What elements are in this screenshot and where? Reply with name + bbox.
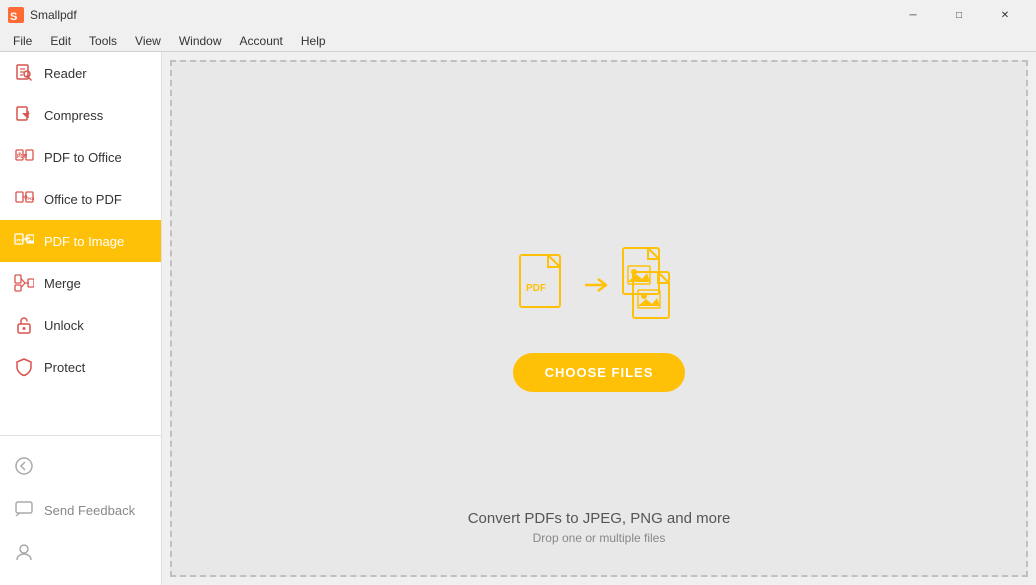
pdf-to-image-illustration: PDF <box>518 246 679 325</box>
sidebar-item-label-reader: Reader <box>44 66 87 81</box>
sidebar-item-reader[interactable]: Reader <box>0 52 161 94</box>
image-docs <box>621 246 679 325</box>
user-icon <box>14 542 34 565</box>
title-bar-left: S Smallpdf <box>8 7 77 23</box>
content-inner: PDF <box>513 246 686 392</box>
sidebar-item-merge[interactable]: Merge <box>0 262 161 304</box>
sidebar-item-label-protect: Protect <box>44 360 85 375</box>
pdf-to-image-icon: PDF <box>14 231 34 251</box>
app-icon: S <box>8 7 24 23</box>
sidebar-item-unlock[interactable]: Unlock <box>0 304 161 346</box>
menu-window[interactable]: Window <box>170 31 231 51</box>
menu-bar: File Edit Tools View Window Account Help <box>0 30 1036 52</box>
menu-account[interactable]: Account <box>231 31 292 51</box>
merge-icon <box>14 273 34 293</box>
sidebar-bottom: Send Feedback <box>0 435 161 585</box>
svg-text:PDF: PDF <box>526 283 546 294</box>
sidebar-send-feedback-label: Send Feedback <box>44 503 135 518</box>
menu-tools[interactable]: Tools <box>80 31 126 51</box>
sidebar-item-label-unlock: Unlock <box>44 318 84 333</box>
menu-edit[interactable]: Edit <box>41 31 80 51</box>
arrow-svg <box>583 275 611 295</box>
svg-text:PDF: PDF <box>17 238 26 243</box>
svg-text:P: P <box>19 151 22 156</box>
unlock-icon <box>14 315 34 335</box>
menu-help[interactable]: Help <box>292 31 335 51</box>
sidebar-item-label-compress: Compress <box>44 108 103 123</box>
feedback-icon <box>14 499 34 522</box>
back-icon <box>14 456 34 479</box>
menu-file[interactable]: File <box>4 31 41 51</box>
sidebar-item-compress[interactable]: Compress <box>0 94 161 136</box>
minimize-button[interactable]: ─ <box>890 0 936 30</box>
svg-text:PDF: PDF <box>28 196 35 201</box>
content-area: PDF <box>170 60 1028 577</box>
title-bar-controls: ─ □ ✕ <box>890 0 1028 30</box>
title-bar: S Smallpdf ─ □ ✕ <box>0 0 1036 30</box>
sidebar-item-label-pdf-to-image: PDF to Image <box>44 234 124 249</box>
caption-sub: Drop one or multiple files <box>468 531 731 545</box>
sidebar-item-label-pdf-to-office: PDF to Office <box>44 150 122 165</box>
caption-area: Convert PDFs to JPEG, PNG and more Drop … <box>468 510 731 545</box>
main-layout: Reader Compress PDF <box>0 52 1036 585</box>
sidebar-back-button[interactable] <box>0 446 161 489</box>
caption-main: Convert PDFs to JPEG, PNG and more <box>468 510 731 527</box>
choose-files-button[interactable]: CHOOSE FILES <box>513 353 686 392</box>
protect-icon <box>14 357 34 377</box>
close-button[interactable]: ✕ <box>982 0 1028 30</box>
sidebar-item-pdf-to-office[interactable]: PDF P PDF to Office <box>0 136 161 178</box>
sidebar-user-account[interactable] <box>0 532 161 575</box>
sidebar: Reader Compress PDF <box>0 52 162 585</box>
reader-icon <box>14 63 34 83</box>
sidebar-item-label-office-to-pdf: Office to PDF <box>44 192 122 207</box>
maximize-button[interactable]: □ <box>936 0 982 30</box>
sidebar-nav: Reader Compress PDF <box>0 52 161 435</box>
pdf-doc-svg: PDF <box>518 253 573 318</box>
office-to-pdf-icon: PDF <box>14 189 34 209</box>
sidebar-item-office-to-pdf[interactable]: PDF Office to PDF <box>0 178 161 220</box>
sidebar-send-feedback[interactable]: Send Feedback <box>0 489 161 532</box>
pdf-to-office-icon: PDF P <box>14 147 34 167</box>
app-title: Smallpdf <box>30 8 77 22</box>
menu-view[interactable]: View <box>126 31 170 51</box>
image-doc-2 <box>631 270 679 325</box>
compress-icon <box>14 105 34 125</box>
sidebar-item-protect[interactable]: Protect <box>0 346 161 388</box>
svg-text:S: S <box>10 11 17 23</box>
sidebar-item-pdf-to-image[interactable]: PDF PDF to Image <box>0 220 161 262</box>
sidebar-item-label-merge: Merge <box>44 276 81 291</box>
